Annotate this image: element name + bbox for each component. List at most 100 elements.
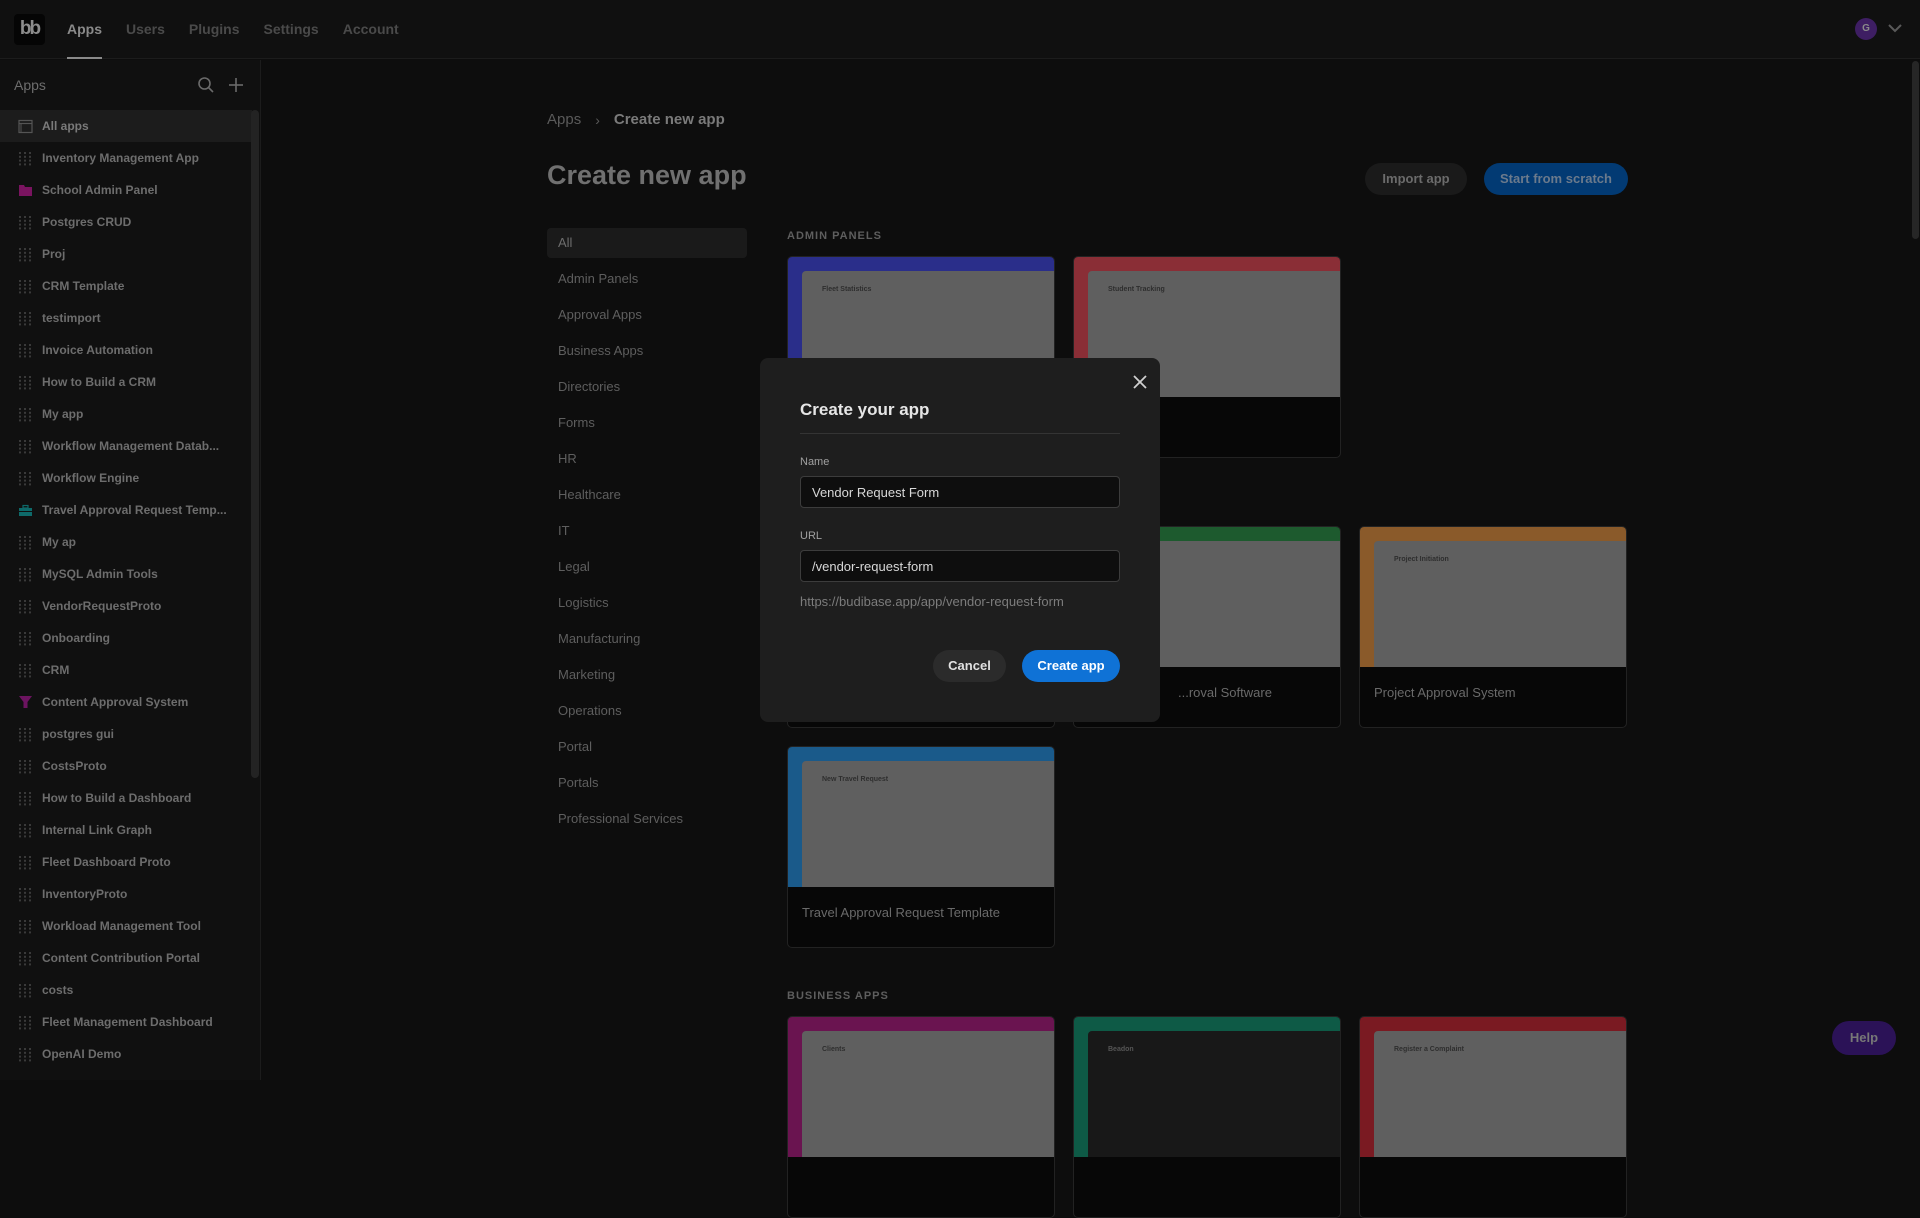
- grid-icon: [18, 887, 33, 902]
- sidebar-app-item[interactable]: My ap: [0, 526, 252, 558]
- sidebar-app-item[interactable]: OpenAI Demo: [0, 1038, 252, 1070]
- sidebar-app-item[interactable]: How to Build a CRM: [0, 366, 252, 398]
- top-nav: Apps Users Plugins Settings Account: [67, 0, 399, 59]
- template-card[interactable]: Project Initiation Project Approval Syst…: [1359, 526, 1627, 728]
- sidebar-item-all-apps[interactable]: All apps: [0, 110, 252, 142]
- close-icon[interactable]: [1130, 372, 1150, 392]
- sidebar-app-item[interactable]: Content Approval System: [0, 686, 252, 718]
- nav-settings[interactable]: Settings: [263, 0, 318, 59]
- sidebar-app-item[interactable]: CostsProto: [0, 750, 252, 782]
- category-business-apps[interactable]: Business Apps: [547, 336, 747, 372]
- add-icon[interactable]: [227, 76, 245, 94]
- help-button[interactable]: Help: [1832, 1021, 1896, 1055]
- user-avatar[interactable]: G: [1855, 18, 1877, 40]
- sidebar-app-item[interactable]: Internal Link Graph: [0, 814, 252, 846]
- template-card[interactable]: Register a Complaint: [1359, 1016, 1627, 1218]
- sidebar-app-item[interactable]: Invoice Automation: [0, 334, 252, 366]
- sidebar-app-item[interactable]: How to Build a Dashboard: [0, 782, 252, 814]
- grid-icon: [18, 535, 33, 550]
- sidebar-app-item[interactable]: Travel Approval Request Temp...: [0, 494, 252, 526]
- grid-icon: [18, 343, 33, 358]
- category-all[interactable]: All: [547, 228, 747, 258]
- import-app-button[interactable]: Import app: [1365, 163, 1467, 195]
- window-icon: [18, 119, 33, 134]
- preview-title: New Travel Request: [822, 776, 889, 783]
- sidebar-item-label: How to Build a CRM: [42, 375, 156, 389]
- category-marketing[interactable]: Marketing: [547, 660, 747, 696]
- sidebar-app-item[interactable]: School Admin Panel: [0, 174, 252, 206]
- sidebar-app-item[interactable]: Workflow Engine: [0, 462, 252, 494]
- sidebar-app-item[interactable]: Postgres CRUD: [0, 206, 252, 238]
- sidebar-app-item[interactable]: Content Contribution Portal: [0, 942, 252, 974]
- url-input[interactable]: [800, 550, 1120, 582]
- category-operations[interactable]: Operations: [547, 696, 747, 732]
- category-professional-services[interactable]: Professional Services: [547, 804, 747, 840]
- category-portals[interactable]: Portals: [547, 768, 747, 804]
- sidebar-app-item[interactable]: costs: [0, 974, 252, 1006]
- category-admin-panels[interactable]: Admin Panels: [547, 264, 747, 300]
- sidebar-app-item[interactable]: testimport: [0, 302, 252, 334]
- sidebar-app-item[interactable]: CRM Template: [0, 270, 252, 302]
- grid-icon: [18, 439, 33, 454]
- sidebar-app-item[interactable]: MySQL Admin Tools: [0, 558, 252, 590]
- sidebar-app-item[interactable]: My app: [0, 398, 252, 430]
- url-preview: https://budibase.app/app/vendor-request-…: [800, 594, 1064, 609]
- nav-apps[interactable]: Apps: [67, 0, 102, 59]
- breadcrumb-apps[interactable]: Apps: [547, 111, 581, 128]
- category-hr[interactable]: HR: [547, 444, 747, 480]
- sidebar-item-label: All apps: [42, 119, 89, 133]
- sidebar-item-label: School Admin Panel: [42, 183, 158, 197]
- sidebar-app-item[interactable]: Fleet Management Dashboard: [0, 1006, 252, 1038]
- sidebar-app-item[interactable]: InventoryProto: [0, 878, 252, 910]
- category-manufacturing[interactable]: Manufacturing: [547, 624, 747, 660]
- sidebar-item-label: Invoice Automation: [42, 343, 153, 357]
- nav-plugins[interactable]: Plugins: [189, 0, 240, 59]
- sidebar-scrollbar[interactable]: [251, 110, 259, 778]
- card-screenshot: Register a Complaint: [1374, 1031, 1626, 1157]
- template-card[interactable]: Clients: [787, 1016, 1055, 1218]
- category-portal[interactable]: Portal: [547, 732, 747, 768]
- create-app-button[interactable]: Create app: [1022, 650, 1120, 682]
- sidebar-app-item[interactable]: VendorRequestProto: [0, 590, 252, 622]
- category-directories[interactable]: Directories: [547, 372, 747, 408]
- breadcrumb-current: Create new app: [613, 111, 725, 128]
- sidebar-item-label: Proj: [42, 247, 66, 261]
- sidebar-item-label: CostsProto: [42, 759, 107, 773]
- grid-icon: [18, 919, 33, 934]
- name-input[interactable]: [800, 476, 1120, 508]
- template-card[interactable]: Beadon: [1073, 1016, 1341, 1218]
- sidebar-app-item[interactable]: Proj: [0, 238, 252, 270]
- grid-icon: [18, 1047, 33, 1062]
- name-label: Name: [800, 456, 830, 468]
- sidebar-app-item[interactable]: Onboarding: [0, 622, 252, 654]
- category-healthcare[interactable]: Healthcare: [547, 480, 747, 516]
- start-from-scratch-button[interactable]: Start from scratch: [1484, 163, 1628, 195]
- search-icon[interactable]: [197, 76, 215, 94]
- category-approval-apps[interactable]: Approval Apps: [547, 300, 747, 336]
- sidebar-item-label: MySQL Admin Tools: [42, 567, 158, 581]
- nav-account[interactable]: Account: [343, 0, 399, 59]
- sidebar-app-item[interactable]: Workflow Management Datab...: [0, 430, 252, 462]
- preview-title: Student Tracking: [1108, 286, 1165, 293]
- category-logistics[interactable]: Logistics: [547, 588, 747, 624]
- chevron-down-icon[interactable]: [1886, 19, 1904, 37]
- budibase-logo[interactable]: bb: [14, 14, 45, 45]
- preview-title: Register a Complaint: [1394, 1046, 1465, 1053]
- sidebar-item-label: Travel Approval Request Temp...: [42, 503, 227, 517]
- category-it[interactable]: IT: [547, 516, 747, 552]
- category-forms[interactable]: Forms: [547, 408, 747, 444]
- grid-icon: [18, 1015, 33, 1030]
- category-legal[interactable]: Legal: [547, 552, 747, 588]
- sidebar-app-item[interactable]: CRM: [0, 654, 252, 686]
- sidebar-app-item[interactable]: Workload Management Tool: [0, 910, 252, 942]
- sidebar-app-item[interactable]: Fleet Dashboard Proto: [0, 846, 252, 878]
- nav-users[interactable]: Users: [126, 0, 165, 59]
- template-card[interactable]: New Travel Request Travel Approval Reque…: [787, 746, 1055, 948]
- main-scrollbar[interactable]: [1912, 61, 1919, 239]
- card-preview: Clients: [788, 1017, 1054, 1157]
- sidebar-item-label: Workflow Management Datab...: [42, 439, 220, 453]
- sidebar-app-item[interactable]: postgres gui: [0, 718, 252, 750]
- cancel-button[interactable]: Cancel: [933, 650, 1006, 682]
- sidebar-app-item[interactable]: Inventory Management App: [0, 142, 252, 174]
- breadcrumb-chevron-icon: ›: [595, 111, 600, 128]
